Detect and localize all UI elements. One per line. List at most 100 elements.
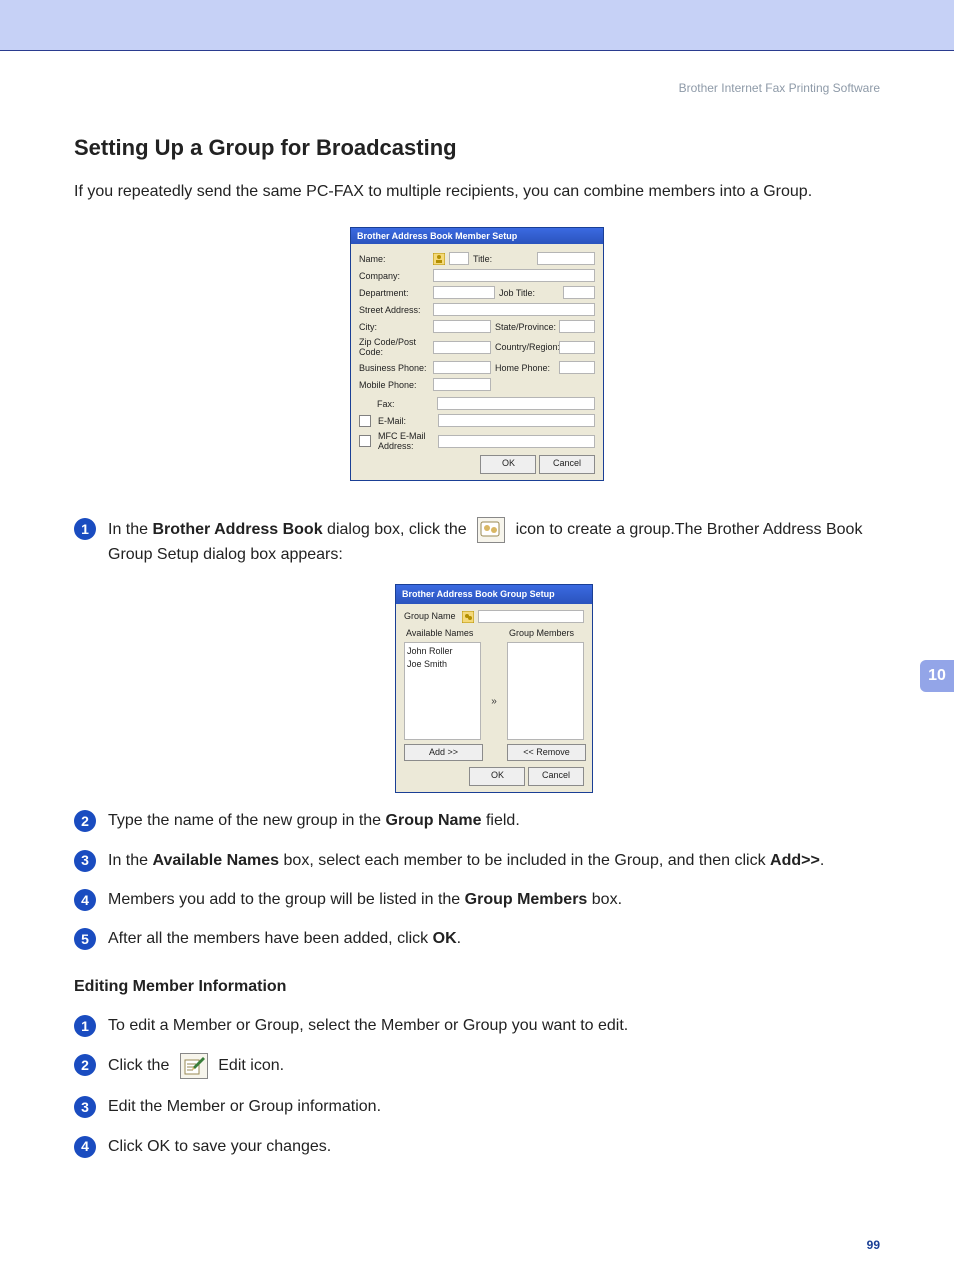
street-field[interactable]	[433, 303, 595, 316]
step-bold: Group Name	[386, 812, 482, 829]
list-item[interactable]: Joe Smith	[407, 658, 478, 671]
label-available: Available Names	[404, 627, 481, 642]
step-bullet-icon: 5	[74, 928, 96, 950]
step-text: Click the	[108, 1058, 174, 1075]
label-mfcemail: MFC E-Mail Address:	[378, 431, 434, 451]
step-bullet-icon: 4	[74, 889, 96, 911]
person-icon	[433, 253, 445, 265]
label-mobile: Mobile Phone:	[359, 380, 429, 390]
step-text: After all the members have been added, c…	[108, 930, 433, 947]
label-email: E-Mail:	[378, 416, 434, 426]
label-members: Group Members	[507, 627, 584, 642]
edit-step-1: 1 To edit a Member or Group, select the …	[74, 1014, 880, 1037]
edit-icon	[180, 1053, 208, 1079]
homephone-field[interactable]	[559, 361, 595, 374]
jobtitle-field[interactable]	[563, 286, 595, 299]
step-text: Type the name of the new group in the	[108, 812, 386, 829]
step-text: .	[457, 930, 461, 947]
step-bold: Add>>	[770, 852, 820, 869]
cancel-button[interactable]: Cancel	[528, 767, 584, 786]
step-text: box.	[587, 891, 622, 908]
remove-button[interactable]: << Remove	[507, 744, 586, 761]
group-small-icon	[462, 611, 474, 623]
ok-button[interactable]: OK	[480, 455, 536, 474]
available-listbox[interactable]: John Roller Joe Smith	[404, 642, 481, 740]
label-street: Street Address:	[359, 305, 429, 315]
email-checkbox[interactable]	[359, 415, 371, 427]
label-groupname: Group Name	[404, 610, 458, 623]
step-text: .	[820, 852, 824, 869]
list-item[interactable]: John Roller	[407, 645, 478, 658]
groupname-field[interactable]	[478, 610, 584, 623]
label-company: Company:	[359, 271, 429, 281]
label-homephone: Home Phone:	[495, 363, 555, 373]
step-bold: Brother Address Book	[152, 521, 322, 538]
edit-step-4: 4 Click OK to save your changes.	[74, 1135, 880, 1158]
label-name: Name:	[359, 254, 429, 264]
step-3: 3 In the Available Names box, select eac…	[74, 849, 880, 872]
step-2: 2 Type the name of the new group in the …	[74, 809, 880, 832]
step-text: In the	[108, 521, 152, 538]
members-listbox[interactable]	[507, 642, 584, 740]
email-field[interactable]	[438, 414, 595, 427]
page-number: 99	[867, 1238, 880, 1252]
mobile-field[interactable]	[433, 378, 491, 391]
step-bullet-icon: 3	[74, 850, 96, 872]
step-text: In the	[108, 852, 152, 869]
department-field[interactable]	[433, 286, 495, 299]
title-field[interactable]	[537, 252, 595, 265]
label-fax: Fax:	[377, 399, 433, 409]
label-country: Country/Region:	[495, 342, 555, 352]
page-top-strip	[0, 0, 954, 51]
running-header: Brother Internet Fax Printing Software	[74, 81, 880, 95]
state-field[interactable]	[559, 320, 595, 333]
step-bullet-icon: 1	[74, 518, 96, 540]
zip-field[interactable]	[433, 341, 491, 354]
step-text: dialog box, click the	[323, 521, 472, 538]
step-text: Edit icon.	[218, 1058, 284, 1075]
step-bold: OK	[433, 930, 457, 947]
dialog-titlebar: Brother Address Book Group Setup	[396, 585, 592, 604]
step-text: Click OK to save your changes.	[108, 1138, 331, 1155]
member-setup-dialog: Brother Address Book Member Setup Name: …	[350, 227, 604, 481]
label-state: State/Province:	[495, 322, 555, 332]
step-text: box, select each member to be included i…	[279, 852, 770, 869]
step-bullet-icon: 4	[74, 1136, 96, 1158]
group-setup-dialog: Brother Address Book Group Setup Group N…	[395, 584, 593, 793]
label-city: City:	[359, 322, 429, 332]
busphone-field[interactable]	[433, 361, 491, 374]
step-bold: Group Members	[465, 891, 588, 908]
ok-button[interactable]: OK	[469, 767, 525, 786]
group-icon	[477, 517, 505, 543]
step-text: Edit the Member or Group information.	[108, 1098, 381, 1115]
step-bullet-icon: 2	[74, 810, 96, 832]
transfer-arrow-icon: »	[487, 642, 501, 761]
step-text: To edit a Member or Group, select the Me…	[108, 1017, 628, 1034]
city-field[interactable]	[433, 320, 491, 333]
step-bold: Available Names	[152, 852, 279, 869]
page-title: Setting Up a Group for Broadcasting	[74, 135, 880, 161]
step-text: Members you add to the group will be lis…	[108, 891, 465, 908]
step-5: 5 After all the members have been added,…	[74, 927, 880, 950]
step-4: 4 Members you add to the group will be l…	[74, 888, 880, 911]
step-text: field.	[482, 812, 520, 829]
step-1: 1 In the Brother Address Book dialog box…	[74, 517, 880, 793]
step-bullet-icon: 1	[74, 1015, 96, 1037]
label-jobtitle: Job Title:	[499, 288, 559, 298]
label-busphone: Business Phone:	[359, 363, 429, 373]
intro-paragraph: If you repeatedly send the same PC-FAX t…	[74, 183, 880, 201]
step-bullet-icon: 3	[74, 1096, 96, 1118]
company-field[interactable]	[433, 269, 595, 282]
cancel-button[interactable]: Cancel	[539, 455, 595, 474]
fax-field[interactable]	[437, 397, 595, 410]
label-title: Title:	[473, 254, 533, 264]
mfcemail-field[interactable]	[438, 435, 595, 448]
mfcemail-checkbox[interactable]	[359, 435, 371, 447]
subheading-editing: Editing Member Information	[74, 978, 880, 996]
country-field[interactable]	[559, 341, 595, 354]
edit-step-3: 3 Edit the Member or Group information.	[74, 1095, 880, 1118]
dialog-titlebar: Brother Address Book Member Setup	[351, 228, 603, 244]
add-button[interactable]: Add >>	[404, 744, 483, 761]
name-field[interactable]	[449, 252, 469, 265]
step-bullet-icon: 2	[74, 1054, 96, 1076]
